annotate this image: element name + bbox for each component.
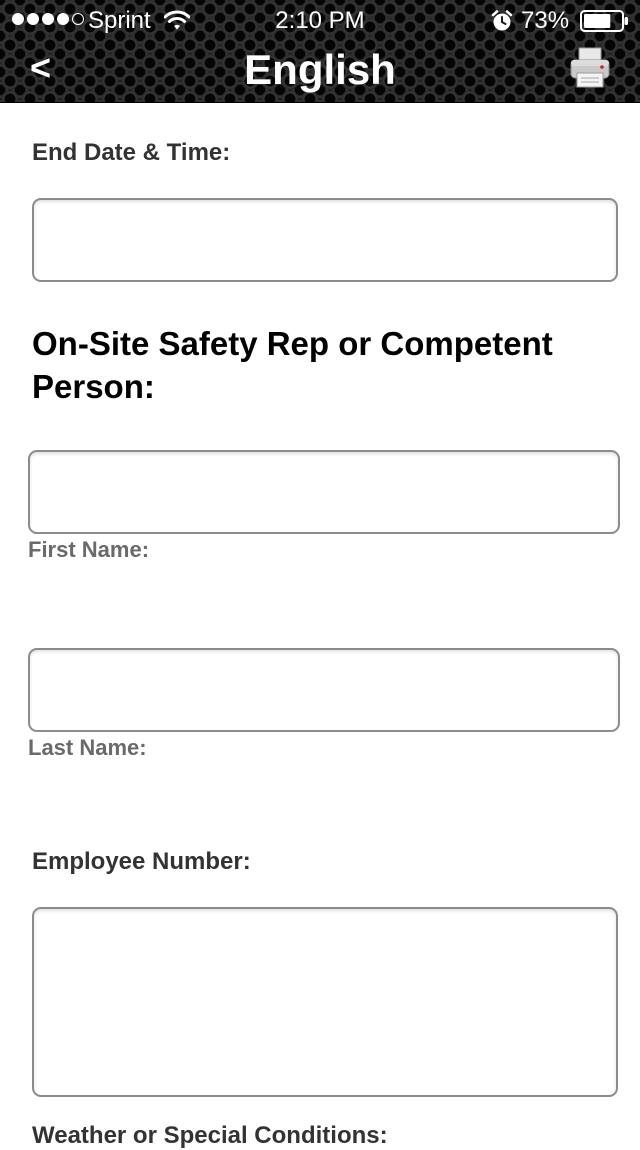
app-header: Sprint 2:10 PM 73% < English (0, 0, 640, 103)
employee-number-input[interactable] (32, 907, 618, 1097)
first-name-label: First Name: (28, 537, 150, 562)
printer-icon (570, 47, 610, 88)
battery-icon (580, 10, 630, 39)
first-name-input[interactable] (28, 450, 620, 534)
safety-rep-heading: On-Site Safety Rep or Competent Person: (32, 325, 553, 405)
status-bar: Sprint 2:10 PM 73% (0, 0, 640, 40)
print-button[interactable] (568, 46, 612, 90)
page-title: English (244, 46, 396, 93)
alarm-icon (491, 10, 513, 39)
end-datetime-label: End Date & Time: (32, 139, 231, 166)
battery-percentage: 73% (521, 7, 570, 34)
weather-conditions-label: Weather or Special Conditions: (32, 1122, 388, 1149)
last-name-input[interactable] (28, 648, 620, 732)
employee-number-label: Employee Number: (32, 848, 251, 875)
last-name-label: Last Name: (28, 735, 147, 760)
end-datetime-input[interactable] (32, 198, 618, 282)
